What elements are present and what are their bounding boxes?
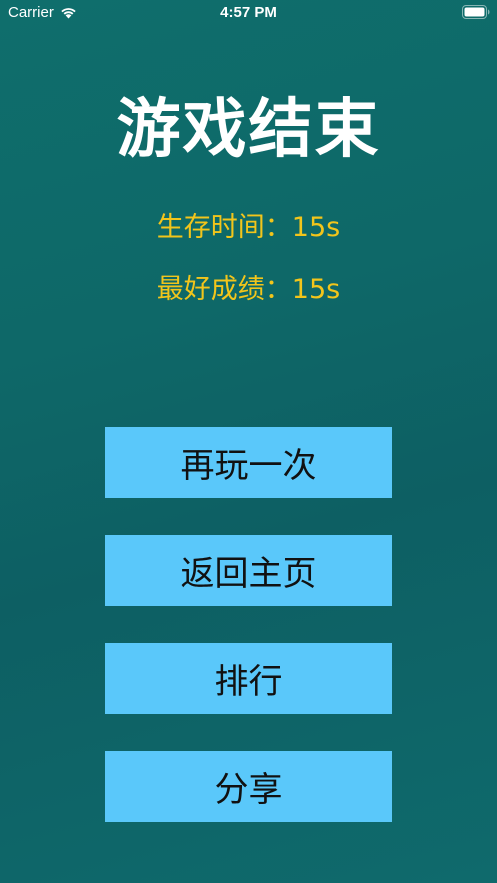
status-bar: Carrier 4:57 PM — [0, 0, 497, 26]
battery-icon — [462, 5, 490, 19]
share-button[interactable]: 分享 — [105, 751, 392, 822]
play-again-button[interactable]: 再玩一次 — [105, 427, 392, 498]
ranking-button[interactable]: 排行 — [105, 643, 392, 714]
survival-time-text: 生存时间：15s — [156, 212, 341, 243]
best-score-text: 最好成绩：15s — [156, 274, 341, 305]
back-home-button[interactable]: 返回主页 — [105, 535, 392, 606]
game-over-title: 游戏结束 — [116, 93, 381, 167]
clock: 4:57 PM — [220, 4, 277, 21]
